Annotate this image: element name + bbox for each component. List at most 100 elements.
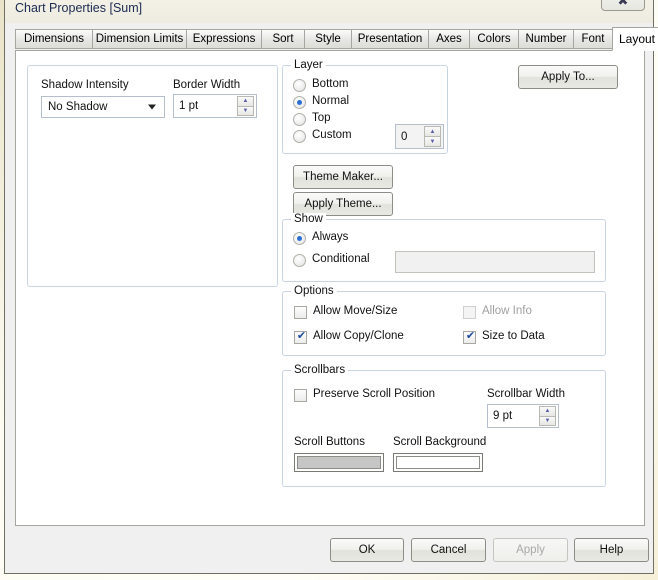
layer-label-bottom: Bottom [312, 78, 349, 90]
scroll-background-label: Scroll Background [393, 436, 487, 448]
apply-theme-label: Apply Theme... [304, 198, 382, 210]
tab-label: Sort [272, 33, 294, 45]
close-button[interactable]: ✖ [601, 0, 645, 11]
cancel-label: Cancel [430, 544, 467, 556]
border-width-spinbox[interactable]: 1 pt ▲ ▼ [173, 94, 257, 118]
window-title: Chart Properties [Sum] [15, 1, 143, 15]
scroll-buttons-color-swatch[interactable] [294, 453, 384, 472]
show-conditional-input[interactable] [395, 251, 595, 273]
border-width-value: 1 pt [179, 100, 199, 112]
dialog-footer: OK Cancel Apply Help [5, 527, 653, 573]
shadow-intensity-value: No Shadow [48, 101, 108, 113]
border-width-stepper[interactable]: ▲ ▼ [237, 96, 254, 116]
layer-radio-top[interactable] [293, 113, 306, 126]
layer-radio-normal[interactable] [293, 96, 306, 109]
scroll-buttons-color-fill [297, 456, 381, 469]
layer-radio-bottom[interactable] [293, 79, 306, 92]
options-group-legend: Options [291, 285, 337, 297]
cancel-button[interactable]: Cancel [411, 538, 486, 562]
tab-strip: Dimensions Dimension Limits Expressions … [15, 27, 658, 51]
layer-radio-custom[interactable] [293, 130, 306, 143]
theme-maker-button[interactable]: Theme Maker... [293, 165, 393, 189]
tab-font[interactable]: Font [573, 29, 613, 49]
apply-to-label: Apply To... [541, 71, 595, 83]
options-group: Options Allow Move/Size Allow Info Allow… [282, 285, 606, 356]
spinner-up-icon[interactable]: ▲ [424, 126, 441, 137]
scrollbar-width-label: Scrollbar Width [487, 388, 565, 400]
layer-custom-stepper[interactable]: ▲ ▼ [424, 126, 441, 147]
tab-layout[interactable]: Layout [612, 27, 658, 51]
tab-label: Dimensions [23, 33, 85, 45]
scrollbars-group-legend: Scrollbars [291, 364, 349, 376]
tab-colors[interactable]: Colors [469, 29, 519, 49]
apply-button: Apply [493, 538, 568, 562]
tab-style[interactable]: Style [304, 29, 352, 49]
tab-axes[interactable]: Axes [428, 29, 470, 49]
layer-label-normal: Normal [312, 95, 350, 107]
tab-label: Style [315, 33, 341, 45]
label-allow-move-size: Allow Move/Size [313, 305, 398, 317]
spinner-up-icon[interactable]: ▲ [539, 406, 556, 417]
border-width-label: Border Width [173, 79, 241, 91]
tab-dimensions[interactable]: Dimensions [15, 29, 93, 49]
layer-label-top: Top [312, 112, 331, 124]
tab-dimension-limits[interactable]: Dimension Limits [92, 29, 187, 49]
ok-label: OK [358, 544, 376, 556]
show-label-conditional: Conditional [312, 253, 370, 265]
chevron-down-icon [148, 104, 156, 110]
chart-properties-dialog: Chart Properties [Sum] ✖ Dimensions Dime… [4, 0, 658, 574]
help-button[interactable]: Help [574, 538, 649, 562]
layer-group: Layer Bottom Normal Top Custom 0 ▲ ▼ [282, 59, 448, 154]
spinner-up-icon[interactable]: ▲ [237, 96, 254, 107]
label-preserve-scroll-position: Preserve Scroll Position [313, 388, 436, 400]
checkbox-size-to-data[interactable] [463, 329, 477, 344]
close-icon: ✖ [617, 0, 629, 9]
apply-to-button[interactable]: Apply To... [518, 65, 618, 89]
show-group: Show Always Conditional [282, 213, 606, 282]
tab-label: Axes [436, 33, 462, 45]
show-group-legend: Show [291, 213, 326, 225]
checkbox-preserve-scroll-position[interactable] [294, 389, 307, 402]
tab-label: Expressions [192, 33, 256, 45]
shadow-intensity-combobox[interactable]: No Shadow [41, 96, 165, 118]
help-label: Help [599, 544, 624, 556]
title-bar: Chart Properties [Sum] [5, 0, 653, 23]
apply-label: Apply [516, 544, 545, 556]
checkbox-allow-info [463, 306, 476, 319]
scrollbar-width-value: 9 pt [493, 410, 513, 422]
scroll-background-color-swatch[interactable] [393, 453, 483, 472]
tab-label: Layout [618, 32, 656, 46]
show-radio-always[interactable] [293, 232, 306, 245]
tab-sort[interactable]: Sort [261, 29, 305, 49]
ok-button[interactable]: OK [330, 538, 404, 562]
tab-presentation[interactable]: Presentation [351, 29, 429, 49]
scrollbar-width-stepper[interactable]: ▲ ▼ [539, 406, 556, 426]
theme-maker-label: Theme Maker... [303, 171, 383, 183]
tab-number[interactable]: Number [518, 29, 574, 49]
scrollbars-group: Scrollbars Preserve Scroll Position Scro… [282, 364, 606, 487]
shadow-intensity-label: Shadow Intensity [41, 79, 129, 91]
scroll-background-color-fill [396, 456, 480, 469]
label-allow-copy-clone: Allow Copy/Clone [313, 330, 404, 342]
spinner-down-icon[interactable]: ▼ [539, 416, 556, 426]
spinner-down-icon[interactable]: ▼ [237, 106, 254, 116]
layer-custom-spinbox[interactable]: 0 ▲ ▼ [395, 124, 444, 149]
show-radio-conditional[interactable] [293, 254, 306, 267]
layout-tab-panel: Shadow Intensity No Shadow Border Width … [15, 50, 645, 526]
layer-label-custom: Custom [312, 129, 352, 141]
layer-custom-value: 0 [401, 130, 408, 143]
checkbox-allow-move-size[interactable] [294, 306, 307, 319]
label-allow-info: Allow Info [482, 305, 532, 317]
show-label-always: Always [312, 231, 349, 243]
appearance-group: Shadow Intensity No Shadow Border Width … [27, 65, 278, 287]
scroll-buttons-label: Scroll Buttons [294, 436, 365, 448]
tab-label: Presentation [357, 33, 423, 45]
tab-label: Colors [477, 33, 511, 45]
label-size-to-data: Size to Data [482, 330, 545, 342]
layer-group-legend: Layer [291, 59, 326, 71]
checkbox-allow-copy-clone[interactable] [294, 329, 308, 344]
tab-expressions[interactable]: Expressions [186, 29, 262, 49]
spinner-down-icon[interactable]: ▼ [424, 137, 441, 147]
scrollbar-width-spinbox[interactable]: 9 pt ▲ ▼ [487, 404, 559, 428]
tab-label: Dimension Limits [95, 33, 184, 45]
